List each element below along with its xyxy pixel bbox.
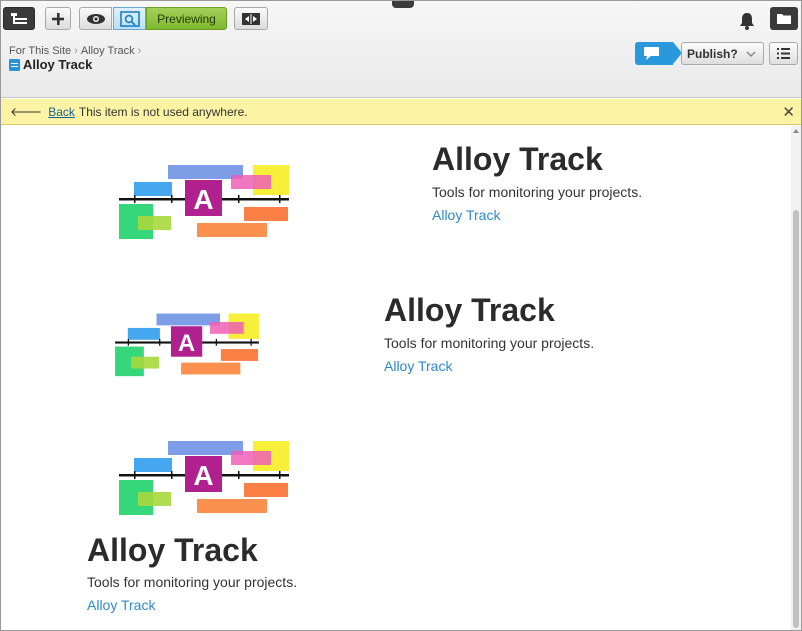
- breadcrumb-chevron-icon: ›: [137, 45, 142, 57]
- page-title-text: Alloy Track: [23, 57, 93, 72]
- preview-toggle-button[interactable]: [113, 7, 146, 30]
- alloy-track-logo: A: [119, 441, 289, 515]
- breadcrumb-item-page[interactable]: Alloy Track: [81, 45, 135, 57]
- view-button[interactable]: [79, 7, 112, 30]
- compare-button[interactable]: [234, 7, 268, 30]
- svg-text:A: A: [193, 184, 213, 215]
- close-icon[interactable]: ✕: [782, 103, 795, 121]
- previewing-label[interactable]: Previewing: [146, 7, 227, 30]
- sitetree-icon: [11, 12, 27, 24]
- preview-content: A Alloy Track Tools for monitoring your …: [1, 126, 791, 630]
- back-arrow-icon: 🡐: [10, 105, 43, 119]
- back-link[interactable]: Back: [48, 105, 75, 119]
- notification-message: This item is not used anywhere.: [78, 104, 248, 119]
- breadcrumb-chevron-icon: ›: [74, 45, 78, 57]
- teaser-link[interactable]: Alloy Track: [87, 597, 155, 613]
- page-title: Alloy Track: [9, 57, 92, 72]
- eye-icon: [86, 13, 105, 24]
- folder-icon: [777, 14, 791, 24]
- comment-icon: [644, 47, 659, 60]
- bell-icon[interactable]: [737, 11, 757, 31]
- breadcrumb-item-site[interactable]: For This Site: [9, 45, 71, 57]
- assets-pane-button[interactable]: [770, 7, 798, 30]
- scrollbar-thumb[interactable]: [793, 210, 799, 628]
- toolbar-collapse-handle[interactable]: [392, 1, 414, 8]
- publish-label: Publish?: [687, 46, 738, 61]
- comments-button[interactable]: [635, 42, 682, 65]
- add-button[interactable]: [45, 7, 71, 30]
- sitetree-button[interactable]: [3, 7, 35, 30]
- breadcrumb: For This Site › Alloy Track ›: [9, 45, 144, 57]
- alloy-track-logo: A: [115, 313, 259, 377]
- teaser-title: Alloy Track: [384, 292, 555, 328]
- scroll-up-arrow-icon[interactable]: [793, 129, 799, 133]
- toolbar: Previewing For This Site›Alloy Track›: [1, 1, 801, 98]
- preview-icon: [119, 10, 140, 27]
- compare-icon: [242, 12, 260, 25]
- svg-text:A: A: [178, 331, 195, 357]
- publish-button[interactable]: Publish?: [681, 42, 764, 65]
- tools-pane-button[interactable]: [769, 42, 798, 65]
- chevron-down-icon: [746, 51, 756, 57]
- teaser-title: Alloy Track: [87, 532, 258, 568]
- teaser-link[interactable]: Alloy Track: [384, 358, 452, 374]
- list-icon: [777, 48, 790, 59]
- teaser-description: Tools for monitoring your projects.: [87, 574, 298, 590]
- vertical-scrollbar[interactable]: [791, 126, 801, 630]
- teaser-title: Alloy Track: [432, 141, 603, 177]
- teaser-description: Tools for monitoring your projects.: [384, 335, 595, 351]
- notification-bar: 🡐 Back This item is not used anywhere. ✕: [1, 99, 801, 125]
- add-icon: [52, 12, 64, 25]
- epi-edit-window: Previewing For This Site›Alloy Track›: [0, 0, 802, 631]
- alloy-track-logo: A: [119, 165, 289, 239]
- svg-text:A: A: [193, 460, 213, 491]
- teaser-link[interactable]: Alloy Track: [432, 207, 500, 223]
- page-type-icon: [9, 58, 20, 71]
- teaser-description: Tools for monitoring your projects.: [432, 184, 643, 200]
